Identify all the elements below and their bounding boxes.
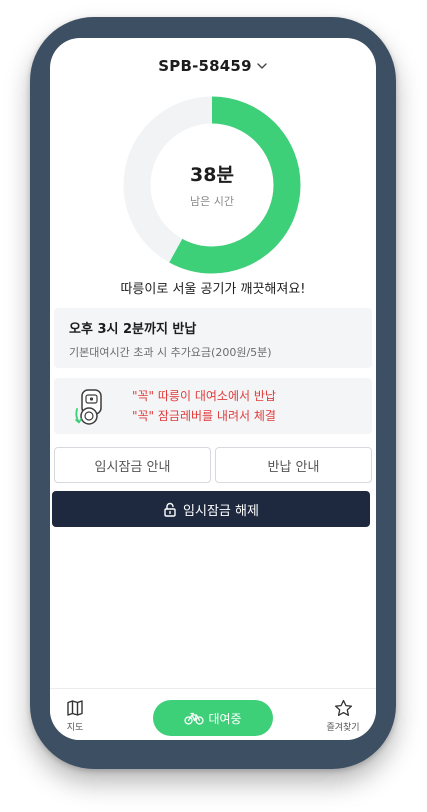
warning-text: "꼭" 따릉이 대여소에서 반납 "꼭" 잠금레버를 내려서 체결 — [132, 386, 276, 426]
temp-unlock-label: 임시잠금 해제 — [183, 503, 259, 519]
return-guide-button[interactable]: 반납 안내 — [215, 447, 372, 483]
nav-favorites[interactable]: 즐겨찾기 — [320, 699, 366, 733]
remaining-time-label: 남은 시간 — [190, 194, 234, 208]
star-icon — [334, 699, 352, 716]
app-screen: SPB-58459 38분 남은 시간 따릉이로 서울 공기가 깨끗해져요! 오… — [50, 38, 376, 740]
remaining-time-value: 38분 — [190, 163, 234, 186]
ring-center: 38분 남은 시간 — [123, 96, 301, 274]
return-warning-card: "꼭" 따릉이 대여소에서 반납 "꼭" 잠금레버를 내려서 체결 — [54, 378, 372, 434]
map-icon — [67, 700, 83, 716]
nav-favorites-label: 즐겨찾기 — [326, 723, 360, 733]
nav-map-label: 지도 — [66, 723, 84, 733]
bike-lock-icon — [75, 389, 102, 425]
guide-buttons: 임시잠금 안내 반납 안내 — [54, 447, 372, 483]
slogan-text: 따릉이로 서울 공기가 깨끗해져요! — [120, 282, 306, 297]
overtime-fee-notice: 기본대여시간 초과 시 추가요금(200원/5분) — [69, 346, 272, 359]
unlock-icon — [164, 502, 176, 517]
renting-button[interactable]: 대여중 — [153, 700, 273, 736]
device-id: SPB-58459 — [158, 57, 252, 75]
remaining-time-ring: 38분 남은 시간 — [123, 96, 301, 274]
return-deadline-card: 오후 3시 2분까지 반납 기본대여시간 초과 시 추가요금(200원/5분) — [54, 308, 372, 368]
warning-line-return-at-station: "꼭" 따릉이 대여소에서 반납 — [132, 389, 276, 403]
bottom-nav: 지도 대여중 즐겨찾기 — [50, 688, 376, 740]
stage: SPB-58459 38분 남은 시간 따릉이로 서울 공기가 깨끗해져요! 오… — [0, 0, 427, 812]
warning-line-lock-lever: "꼭" 잠금레버를 내려서 체결 — [132, 409, 276, 423]
nav-map[interactable]: 지도 — [60, 699, 90, 733]
bicycle-icon — [184, 712, 205, 725]
renting-label: 대여중 — [208, 711, 242, 726]
device-selector[interactable]: SPB-58459 — [50, 54, 376, 78]
return-deadline-title: 오후 3시 2분까지 반납 — [69, 322, 197, 337]
temp-lock-guide-button[interactable]: 임시잠금 안내 — [54, 447, 211, 483]
chevron-down-icon — [257, 63, 267, 69]
temp-unlock-button[interactable]: 임시잠금 해제 — [52, 491, 370, 527]
